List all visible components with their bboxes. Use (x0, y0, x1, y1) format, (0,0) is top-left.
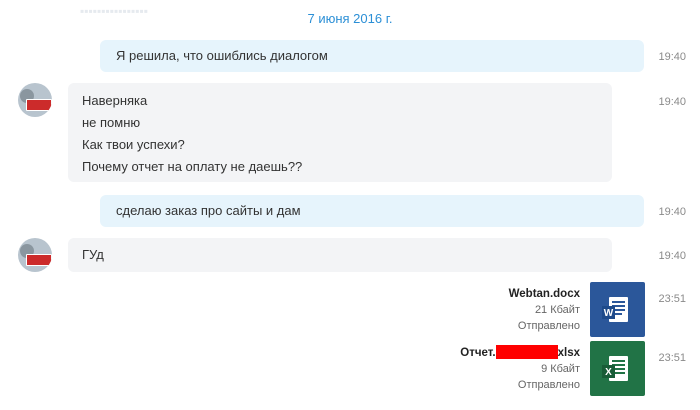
file-status: Отправлено (517, 320, 580, 332)
file-name-prefix: Отчет. (460, 347, 496, 359)
message-text: Наверняка (82, 93, 148, 108)
message-incoming[interactable]: ГУд (68, 238, 612, 272)
file-info[interactable]: Webtan.docx 21 Кбайт Отправлено (509, 286, 580, 334)
message-outgoing[interactable]: Я решила, что ошиблись диалогом (100, 40, 644, 72)
avatar-photo-sign (26, 254, 52, 266)
file-info[interactable]: Отчет. xlsx 9 Кбайт Отправлено (460, 345, 580, 393)
date-separator: 7 июня 2016 г. (307, 11, 393, 26)
message-time: 23:51 (658, 293, 686, 305)
message-time: 19:40 (658, 96, 686, 108)
word-document-icon[interactable]: W (590, 282, 645, 337)
message-text: ГУд (82, 247, 104, 262)
message-text: Как твои успехи? (82, 137, 185, 152)
message-time: 19:40 (658, 206, 686, 218)
message-incoming[interactable]: Наверняка не помню Как твои успехи? Поче… (68, 83, 612, 182)
file-status: Отправлено (517, 379, 580, 391)
file-size: 9 Кбайт (541, 363, 580, 375)
message-text: Я решила, что ошиблись диалогом (116, 48, 328, 63)
svg-text:X: X (605, 367, 612, 378)
message-text: не помню (82, 115, 141, 130)
excel-spreadsheet-icon[interactable]: X (590, 341, 645, 396)
message-text: Почему отчет на оплату не даешь?? (82, 159, 303, 174)
contact-avatar[interactable] (18, 83, 52, 117)
contact-avatar[interactable] (18, 238, 52, 272)
svg-text:W: W (604, 308, 614, 319)
avatar-photo-sign (26, 99, 52, 111)
message-outgoing[interactable]: сделаю заказ про сайты и дам (100, 195, 644, 227)
message-text: сделаю заказ про сайты и дам (116, 203, 301, 218)
file-name: Отчет. xlsx (460, 345, 580, 361)
file-size: 21 Кбайт (534, 304, 580, 316)
message-time: 19:40 (658, 250, 686, 262)
message-time: 19:40 (658, 51, 686, 63)
file-name: Webtan.docx (508, 288, 580, 300)
redaction-block (495, 345, 558, 359)
message-time: 23:51 (658, 352, 686, 364)
file-name-suffix: xlsx (557, 347, 580, 359)
